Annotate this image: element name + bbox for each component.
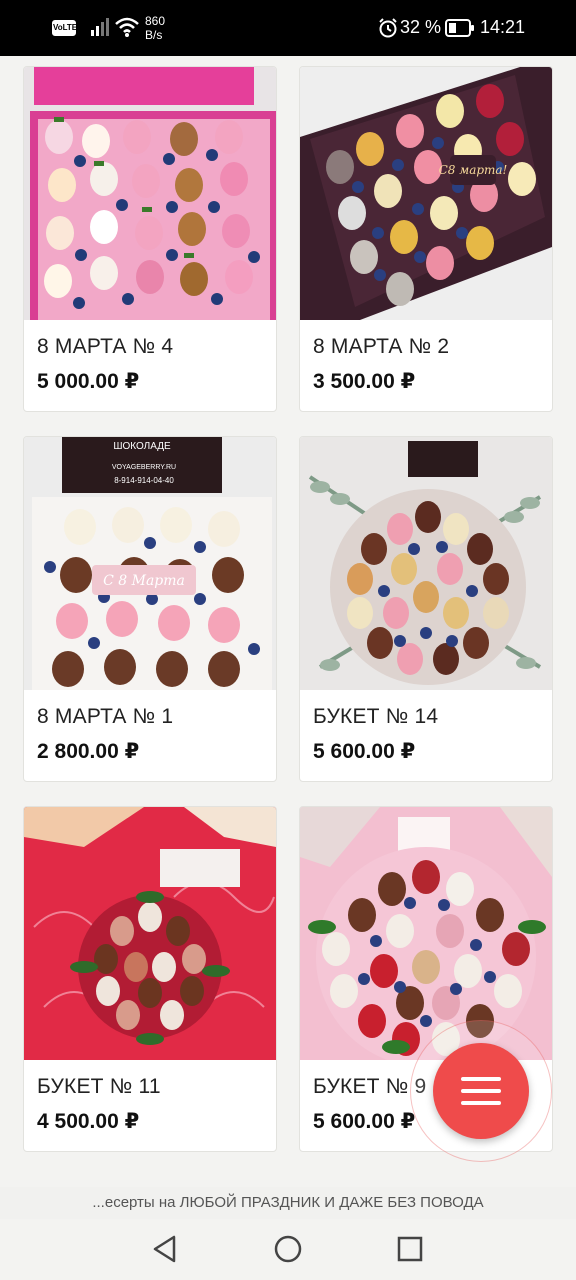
product-price: 4 500.00 ₽: [37, 1110, 140, 1133]
menu-button[interactable]: [433, 1043, 529, 1139]
volte-badge: VoLTE: [52, 20, 77, 36]
product-card[interactable]: ШОКОЛАДЕ VOYAGEBERRY.RU 8-914-914-04-40: [23, 436, 277, 782]
nav-recents-button[interactable]: [394, 1233, 426, 1265]
photo-sign: С8 марта!: [439, 163, 508, 177]
status-time: 14:21: [480, 17, 526, 37]
promo-marquee: ...есерты на ЛЮБОЙ ПРАЗДНИК И ДАЖЕ БЕЗ П…: [0, 1187, 576, 1219]
battery-icon: [445, 18, 475, 43]
product-name: 8 МАРТА № 1: [37, 705, 174, 728]
product-name: БУКЕТ № 14: [313, 705, 439, 728]
product-price: 5 600.00 ₽: [313, 1110, 416, 1133]
status-bar: VoLTE 860 B/s 32 % 14:21: [0, 0, 576, 56]
product-price: 3 500.00 ₽: [313, 370, 416, 393]
product-photo[interactable]: ШОКОЛАДЕ VOYAGEBERRY.RU 8-914-914-04-40: [24, 437, 276, 690]
speed-unit: B/s: [145, 28, 163, 42]
product-name: 8 МАРТА № 4: [37, 335, 174, 358]
system-nav-bar: [0, 1219, 576, 1280]
photo-banner: ШОКОЛАДЕ: [113, 441, 171, 452]
product-name: 8 МАРТА № 2: [313, 335, 450, 358]
speed-value: 860: [145, 14, 166, 28]
product-price: 2 800.00 ₽: [37, 740, 140, 763]
product-card[interactable]: 8 МАРТА № 4 5 000.00 ₽: [23, 66, 277, 412]
product-photo[interactable]: С8 марта!: [300, 67, 552, 320]
product-photo[interactable]: [24, 807, 276, 1060]
product-photo[interactable]: [300, 807, 552, 1060]
photo-site: VOYAGEBERRY.RU: [112, 464, 176, 471]
battery-percent: 32 %: [400, 17, 442, 37]
product-price: 5 000.00 ₽: [37, 370, 140, 393]
product-grid: 8 МАРТА № 4 5 000.00 ₽ С8 марта! 8 МАРТА…: [0, 56, 576, 1176]
nav-home-button[interactable]: [272, 1233, 304, 1265]
product-photo[interactable]: [300, 437, 552, 690]
product-card[interactable]: С8 марта! 8 МАРТА № 2 3 500.00 ₽: [299, 66, 553, 412]
photo-sign: С 8 Марта: [103, 573, 185, 589]
product-price: 5 600.00 ₽: [313, 740, 416, 763]
nav-back-button[interactable]: [150, 1233, 182, 1265]
home-circle-icon: [274, 1235, 302, 1263]
back-triangle-icon: [153, 1235, 176, 1263]
photo-phone: 8-914-914-04-40: [114, 476, 174, 485]
recents-square-icon: [397, 1236, 423, 1262]
product-name: БУКЕТ № 11: [37, 1075, 161, 1098]
product-card[interactable]: БУКЕТ № 14 5 600.00 ₽: [299, 436, 553, 782]
signal-icon: [90, 16, 112, 43]
alarm-icon: [378, 17, 398, 44]
wifi-icon: [114, 16, 140, 43]
network-speed: 860 B/s: [145, 14, 165, 42]
product-card[interactable]: БУКЕТ № 11 4 500.00 ₽: [23, 806, 277, 1152]
product-photo[interactable]: [24, 67, 276, 320]
